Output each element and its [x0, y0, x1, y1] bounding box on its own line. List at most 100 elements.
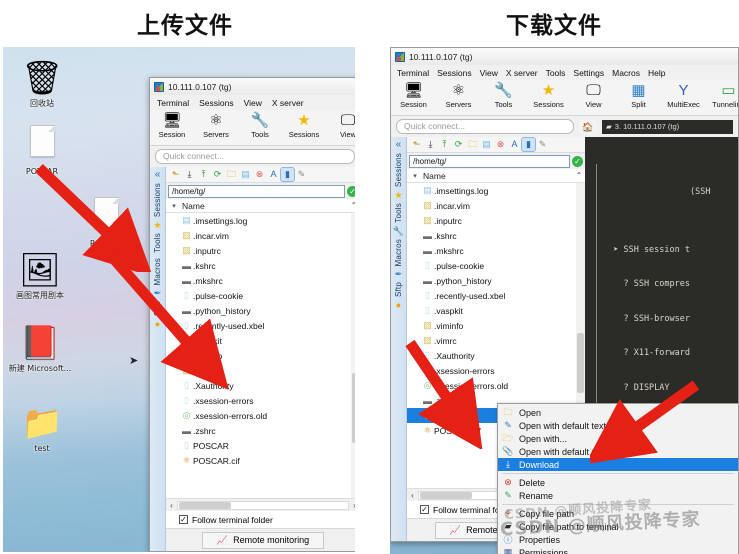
- list-item[interactable]: ⚛ POSCAR.cif: [166, 453, 355, 468]
- toolbar-view-button[interactable]: 🖵 View: [571, 81, 616, 110]
- toolbar-servers-button[interactable]: ⚛ Servers: [194, 111, 238, 140]
- list-item[interactable]: ▯ .pulse-cookie: [166, 288, 355, 303]
- list-item[interactable]: ▯ .pulse-cookie: [407, 258, 585, 273]
- menu-macros[interactable]: Macros: [608, 67, 644, 79]
- menu-bar[interactable]: Terminal Sessions View X server Tools Se…: [391, 65, 738, 80]
- toolbar-split-button[interactable]: ▦ Split: [616, 81, 661, 110]
- side-rail-left[interactable]: « Sessions ★ Tools Macros ✒ Sftp ●: [150, 167, 166, 551]
- list-item[interactable]: ▯ .Xauthority: [166, 378, 355, 393]
- list-item[interactable]: ▯ .recently-used.xbel: [166, 318, 355, 333]
- sort-descending-icon[interactable]: ▾: [166, 202, 182, 210]
- menu-help[interactable]: Help: [644, 67, 669, 79]
- scroll-left-icon[interactable]: ‹: [166, 501, 177, 510]
- toolbar-tools-button[interactable]: 🔧 Tools: [238, 111, 282, 140]
- menu-bar[interactable]: Terminal Sessions View X server: [150, 95, 355, 110]
- desktop-icon-potcar[interactable]: POTCAR: [9, 125, 75, 176]
- scroll-right-icon[interactable]: ›: [349, 501, 355, 510]
- rail-item-sessions[interactable]: Sessions: [394, 153, 403, 187]
- sort-descending-icon[interactable]: ▾: [407, 172, 423, 180]
- desktop-icon-paint-scripts[interactable]: 🖼 画图常用剧本: [7, 249, 73, 300]
- rail-item-macros[interactable]: Macros: [394, 239, 403, 266]
- context-menu-item-copy-file-path[interactable]: ⚘ Copy file path: [498, 507, 738, 520]
- toolbar-view-button[interactable]: 🖵 View: [326, 111, 355, 140]
- refresh-icon[interactable]: ⟳: [211, 168, 224, 181]
- scrollbar-thumb[interactable]: [577, 333, 584, 393]
- binary-mode-icon[interactable]: ▮: [521, 137, 536, 152]
- toolbar-tunneling-button[interactable]: ▭ Tunneling: [706, 81, 738, 110]
- edit-icon[interactable]: ✎: [536, 138, 549, 151]
- column-header-name[interactable]: Name: [182, 201, 348, 211]
- desktop-icon-recycle-bin[interactable]: 🗑 回收站: [9, 57, 75, 108]
- quick-connect-input[interactable]: Quick connect...: [396, 119, 574, 134]
- list-item[interactable]: ▯ .vaspkit: [407, 303, 585, 318]
- list-item[interactable]: ▬ .kshrc: [166, 258, 355, 273]
- list-item[interactable]: ▬ .mkshrc: [166, 273, 355, 288]
- context-menu-item-download[interactable]: ⤓ Download: [498, 458, 738, 471]
- sftp-toolbar[interactable]: ⬑ ⤓ ⤒ ⟳ 🗀 ▤ ⊗ A ▮ ✎: [166, 167, 355, 183]
- list-item[interactable]: ▨ .vimrc: [166, 363, 355, 378]
- horizontal-scrollbar[interactable]: ‹ ›: [166, 498, 355, 511]
- text-mode-icon[interactable]: A: [508, 138, 521, 151]
- context-menu-item-delete[interactable]: ⊗ Delete: [498, 476, 738, 489]
- menu-settings[interactable]: Settings: [569, 67, 608, 79]
- new-folder-icon[interactable]: 🗀: [466, 138, 479, 151]
- menu-sessions[interactable]: Sessions: [433, 67, 476, 79]
- list-item[interactable]: ▬ .kshrc: [407, 228, 585, 243]
- rail-item-sftp[interactable]: Sftp: [153, 301, 162, 316]
- toolbar-sessions-button[interactable]: ★ Sessions: [526, 81, 571, 110]
- list-item[interactable]: ▨ .incar.vim: [166, 228, 355, 243]
- scroll-up-icon[interactable]: ⌃: [573, 171, 585, 180]
- delete-icon[interactable]: ⊗: [253, 168, 266, 181]
- list-item[interactable]: ▯ .xsession-errors: [407, 363, 585, 378]
- file-list-header[interactable]: ▾ Name ⌃: [166, 199, 355, 213]
- scrollbar-thumb[interactable]: [352, 373, 355, 443]
- file-list-left[interactable]: ▤ .imsettings.log ▨ .incar.vim ▨ .inputrc ▬…: [166, 213, 355, 498]
- list-item[interactable]: ◎ .xsession-errors.old: [166, 408, 355, 423]
- list-item[interactable]: ▬ .mkshrc: [407, 243, 585, 258]
- list-item[interactable]: ▯ .recently-used.xbel: [407, 288, 585, 303]
- context-menu-item-open[interactable]: 🗀 Open: [498, 406, 738, 419]
- scrollbar-thumb[interactable]: [179, 501, 231, 509]
- follow-terminal-folder-row[interactable]: ✓ Follow terminal folder: [166, 511, 355, 528]
- quick-connect-input[interactable]: Quick connect...: [155, 149, 355, 164]
- list-item[interactable]: ▯ POSCAR: [166, 438, 355, 453]
- context-menu-item-rename[interactable]: ✎ Rename: [498, 489, 738, 502]
- menu-view[interactable]: View: [476, 67, 502, 79]
- rail-item-tools[interactable]: Tools: [394, 203, 403, 223]
- follow-terminal-folder-checkbox[interactable]: ✓: [420, 505, 429, 514]
- list-item[interactable]: ▨ .viminfo: [407, 318, 585, 333]
- menu-xserver[interactable]: X server: [267, 97, 309, 109]
- list-item[interactable]: ▬ .python_history: [407, 273, 585, 288]
- toolbar-session-button[interactable]: 🖥 Session: [150, 111, 194, 140]
- menu-xserver[interactable]: X server: [502, 67, 542, 79]
- list-item[interactable]: ▯ .xsession-errors: [166, 393, 355, 408]
- remote-monitoring-row[interactable]: 📈 Remote monitoring: [166, 528, 355, 551]
- menu-view[interactable]: View: [239, 97, 267, 109]
- upload-icon[interactable]: ⤒: [438, 138, 451, 151]
- collapse-chevron-icon[interactable]: «: [155, 169, 161, 180]
- list-item[interactable]: ◎ .xsession-errors.old: [407, 378, 585, 393]
- list-item[interactable]: ▨ .incar.vim: [407, 198, 585, 213]
- text-mode-icon[interactable]: A: [267, 168, 280, 181]
- scroll-up-icon[interactable]: ⌃: [348, 201, 355, 210]
- list-item[interactable]: ▤ .imsettings.log: [407, 183, 585, 198]
- download-icon[interactable]: ⤓: [424, 138, 437, 151]
- list-item[interactable]: ▯ .Xauthority: [407, 348, 585, 363]
- toolbar-session-button[interactable]: 🖥 Session: [391, 81, 436, 110]
- list-item[interactable]: ▨ .inputrc: [407, 213, 585, 228]
- go-up-icon[interactable]: ⬑: [169, 168, 182, 181]
- menu-sessions[interactable]: Sessions: [194, 97, 239, 109]
- download-icon[interactable]: ⤓: [183, 168, 196, 181]
- side-rail-right[interactable]: « Sessions ★ Tools 🔧 Macros ✒ Sftp ●: [391, 137, 407, 541]
- context-menu-item-open-with-default-text-editor[interactable]: ✎ Open with default text editor: [498, 419, 738, 432]
- rail-item-macros[interactable]: Macros: [153, 258, 162, 285]
- desktop-icon-potcar-dropped[interactable]: POTCAR: [73, 197, 139, 248]
- vertical-scrollbar[interactable]: [351, 213, 355, 498]
- menu-tools[interactable]: Tools: [542, 67, 570, 79]
- main-toolbar[interactable]: 🖥 Session ⚛ Servers 🔧 Tools ★ Sessions 🖵…: [150, 110, 355, 146]
- context-menu-item-open-with[interactable]: 🗁 Open with...: [498, 432, 738, 445]
- list-item[interactable]: ▤ .imsettings.log: [166, 213, 355, 228]
- delete-icon[interactable]: ⊗: [494, 138, 507, 151]
- toolbar-sessions-button[interactable]: ★ Sessions: [282, 111, 326, 140]
- list-item[interactable]: ▯ .vaspkit: [166, 333, 355, 348]
